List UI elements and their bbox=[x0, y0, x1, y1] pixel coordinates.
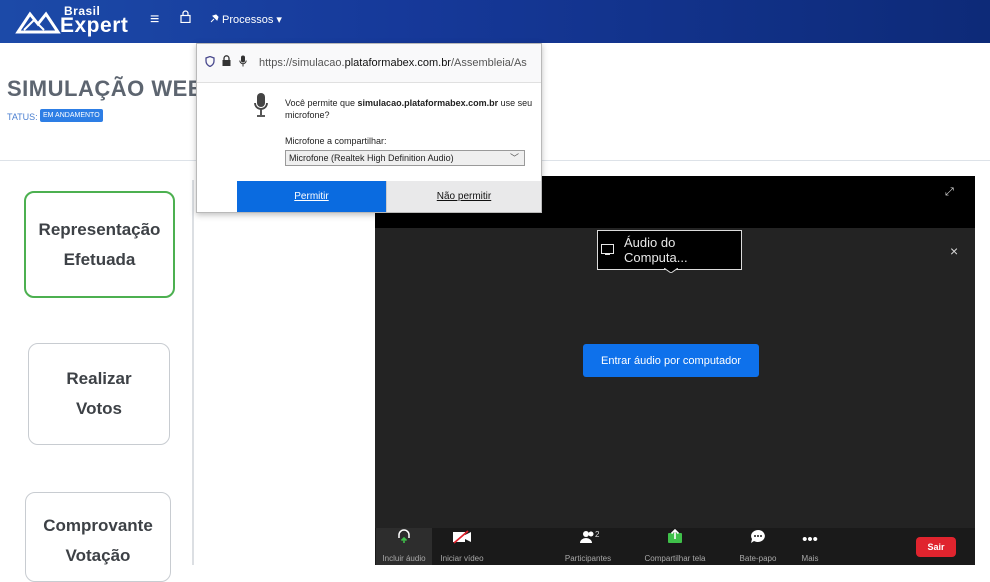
join-computer-audio-button[interactable]: Entrar áudio por computador bbox=[583, 344, 759, 377]
lock-icon[interactable] bbox=[180, 10, 191, 26]
video-off-icon bbox=[432, 528, 492, 550]
share-screen-label: Compartilhar tela bbox=[644, 554, 706, 563]
brasil-expert-logo[interactable]: Brasil Expert bbox=[14, 4, 144, 40]
pin-icon bbox=[210, 14, 219, 26]
url-prefix: https://simulacao. bbox=[259, 57, 345, 69]
more-label: Mais bbox=[801, 554, 819, 563]
join-audio-label: Incluir áudio bbox=[382, 554, 426, 563]
tooltip-caret-icon bbox=[664, 268, 678, 273]
chevron-down-icon: ﹀ bbox=[509, 153, 519, 163]
deny-button[interactable]: Não permitir bbox=[386, 181, 541, 212]
chat-icon bbox=[734, 528, 782, 550]
logo-mark-icon bbox=[15, 11, 61, 34]
card-representacao-efetuada[interactable]: Representação Efetuada bbox=[24, 191, 175, 298]
card-realizar-votos[interactable]: Realizar Votos bbox=[28, 343, 170, 445]
zoom-meeting-area bbox=[375, 228, 975, 528]
start-video-button[interactable]: Iniciar vídeo bbox=[432, 528, 492, 565]
audio-tooltip-label: Áudio do Computa... bbox=[624, 235, 688, 265]
url-text: https://simulacao.plataformabex.com.br/A… bbox=[259, 57, 527, 69]
more-icon: ••• bbox=[802, 531, 818, 548]
close-icon[interactable]: × bbox=[950, 243, 958, 259]
more-button[interactable]: ••• Mais bbox=[792, 528, 828, 565]
microphone-icon bbox=[254, 92, 268, 123]
card-label: Representação Efetuada bbox=[38, 219, 161, 269]
status-label: TATUS: bbox=[7, 112, 38, 122]
status-badge: EM ANDAMENTO bbox=[40, 109, 103, 122]
microphone-select[interactable]: Microfone (Realtek High Definition Audio… bbox=[285, 150, 525, 166]
microphone-select-value: Microfone (Realtek High Definition Audio… bbox=[289, 153, 454, 163]
left-panel-divider bbox=[192, 180, 194, 565]
menu-icon[interactable]: ≡ bbox=[150, 11, 159, 29]
top-navbar: Brasil Expert ≡ Processos ▾ bbox=[0, 0, 990, 43]
participant-count: 2 bbox=[595, 530, 600, 539]
permission-question: Você permite que simulacao.plataformabex… bbox=[285, 97, 535, 121]
chat-label: Bate-papo bbox=[739, 554, 777, 563]
microphone-permission-popup: https://simulacao.plataformabex.com.br/A… bbox=[196, 43, 542, 213]
chat-button[interactable]: Bate-papo bbox=[734, 528, 782, 565]
url-suffix: /Assembleia/As bbox=[450, 57, 527, 69]
url-domain: plataformabex.com.br bbox=[344, 57, 451, 69]
address-bar[interactable]: https://simulacao.plataformabex.com.br/A… bbox=[197, 44, 541, 83]
card-label: Comprovante Votação bbox=[43, 516, 153, 565]
headphones-icon bbox=[376, 528, 432, 550]
join-audio-button[interactable]: Incluir áudio bbox=[376, 528, 432, 565]
card-comprovante-votacao[interactable]: Comprovante Votação bbox=[25, 492, 171, 582]
processos-label: Processos ▾ bbox=[222, 14, 282, 26]
participants-label: Participantes bbox=[564, 554, 612, 563]
question-pre: Você permite que bbox=[285, 98, 358, 108]
logo-text-expert: Expert bbox=[60, 14, 129, 37]
allow-button[interactable]: Permitir bbox=[237, 181, 386, 212]
share-screen-button[interactable]: Compartilhar tela bbox=[636, 528, 714, 565]
participants-icon bbox=[556, 528, 620, 550]
audio-tooltip: Áudio do Computa... bbox=[597, 230, 742, 270]
tracking-shield-icon[interactable] bbox=[205, 55, 215, 70]
share-screen-icon bbox=[636, 528, 714, 550]
lock-icon[interactable] bbox=[222, 55, 231, 69]
participants-button[interactable]: 2 Participantes bbox=[556, 528, 620, 565]
expand-icon[interactable]: ⤢ bbox=[945, 186, 954, 199]
processos-menu[interactable]: Processos ▾ bbox=[210, 13, 282, 26]
deny-label: Não permitir bbox=[436, 191, 492, 202]
computer-icon bbox=[601, 244, 614, 255]
question-domain: simulacao.plataformabex.com.br bbox=[357, 98, 499, 108]
leave-meeting-button[interactable]: Sair bbox=[916, 537, 956, 557]
microphone-icon[interactable] bbox=[239, 55, 247, 70]
card-label: Realizar Votos bbox=[66, 369, 132, 418]
start-video-label: Iniciar vídeo bbox=[440, 554, 484, 563]
share-microphone-label: Microfone a compartilhar: bbox=[285, 136, 387, 146]
